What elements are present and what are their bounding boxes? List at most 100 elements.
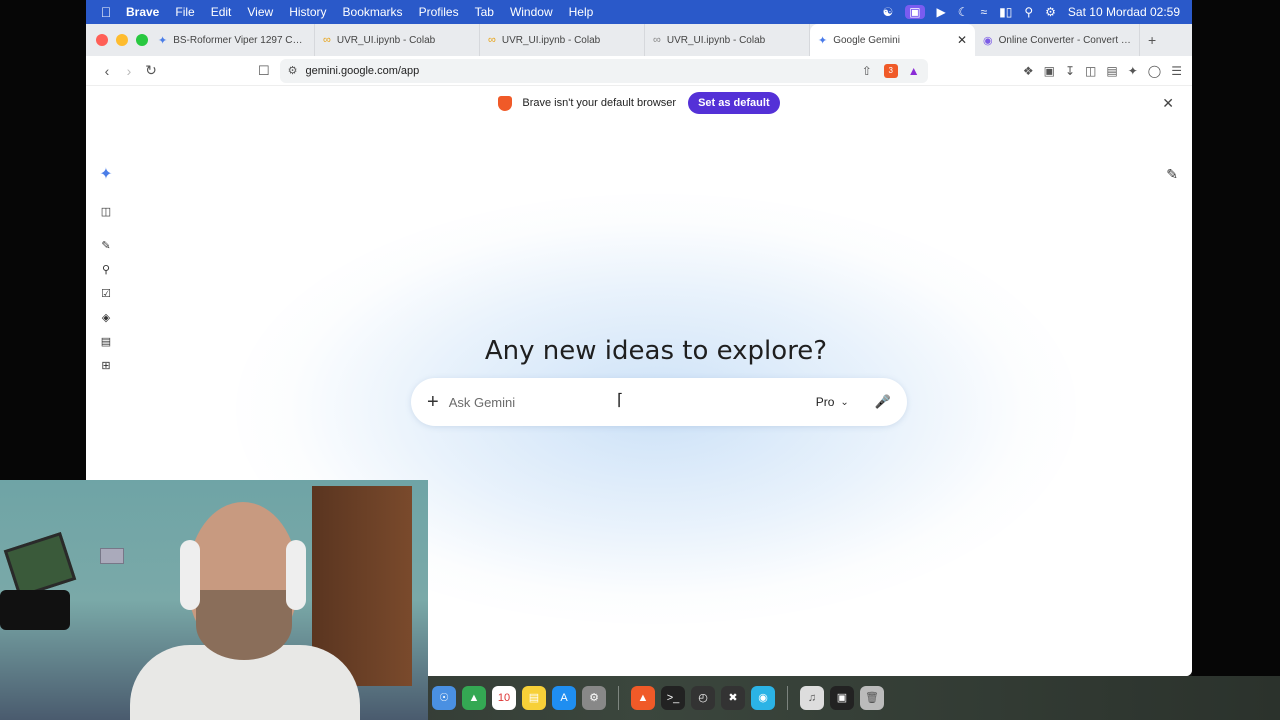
tab-title: BS-Roformer Viper 1297 Colab [173, 34, 306, 46]
menu-edit[interactable]: Edit [211, 5, 232, 19]
text-cursor-icon: ⌈ [617, 392, 624, 409]
safari-icon[interactable]: ☉ [432, 686, 456, 710]
menu-datetime[interactable]: Sat 10 Mordad 02:59 [1068, 5, 1180, 19]
terminal-icon[interactable]: >_ [661, 686, 685, 710]
dock-separator [787, 686, 788, 710]
webcam-person-beard [196, 590, 292, 660]
screenshot-icon[interactable]: ▣ [1044, 64, 1055, 78]
apple-menu-icon[interactable]:  [86, 4, 126, 20]
webcam-wall-picture [3, 531, 77, 599]
mac-menu-bar:  Brave File Edit View History Bookmarks… [86, 0, 1192, 24]
calendar-icon[interactable]: 10 [492, 686, 516, 710]
close-infobar-icon[interactable]: ✕ [1162, 95, 1174, 112]
menu-app-name[interactable]: Brave [126, 5, 159, 19]
extensions-icon[interactable]: ❖ [1023, 64, 1034, 78]
menu-profiles[interactable]: Profiles [419, 5, 459, 19]
spotlight-search-icon[interactable]: ⚲ [1024, 5, 1033, 19]
url-text[interactable]: gemini.google.com/app [306, 65, 420, 77]
app-store-icon[interactable]: A [552, 686, 576, 710]
toggle-menu-icon[interactable]: ◫ [101, 206, 111, 218]
menu-file[interactable]: File [175, 5, 194, 19]
new-tab-button[interactable]: + [1148, 32, 1156, 48]
prompt-box[interactable]: + Ask Gemini ⌈ Pro ⌄ 🎤 [411, 378, 907, 426]
close-window-button[interactable] [96, 34, 108, 46]
temporary-chat-icon[interactable]: ✎ [1166, 166, 1178, 183]
music-file-icon[interactable]: ♫ [800, 686, 824, 710]
leo-ai-icon[interactable]: ✦ [1128, 64, 1138, 78]
back-button[interactable]: ‹ [96, 63, 118, 79]
share-icon[interactable]: ⇧ [862, 64, 872, 78]
play-icon[interactable]: ▶ [937, 5, 946, 19]
activity-monitor-icon[interactable]: ◴ [691, 686, 715, 710]
set-as-default-button[interactable]: Set as default [688, 92, 780, 114]
menu-icon[interactable]: ☰ [1171, 64, 1182, 78]
close-tab-icon[interactable]: ✕ [957, 33, 967, 47]
forward-button[interactable]: › [118, 63, 140, 79]
menu-window[interactable]: Window [510, 5, 553, 19]
brave-rewards-icon[interactable]: ▲ [908, 64, 920, 78]
sidebar-toggle-icon[interactable]: ◫ [1085, 64, 1096, 78]
screen-window-icon[interactable]: ▣ [830, 686, 854, 710]
menu-bookmarks[interactable]: Bookmarks [343, 5, 403, 19]
reload-button[interactable]: ↻ [140, 62, 162, 79]
browser-toolbar: ‹ › ↻ ☐ ⚙ gemini.google.com/app ⇧ 3 ▲ ❖ … [86, 56, 1192, 86]
infobar-message: Brave isn't your default browser [522, 97, 677, 109]
menu-history[interactable]: History [289, 5, 326, 19]
system-settings-icon[interactable]: ⚙ [582, 686, 606, 710]
control-center-icon[interactable]: ⚙ [1045, 5, 1056, 19]
zoom-window-button[interactable] [136, 34, 148, 46]
webcam-headphones-left [180, 540, 200, 610]
tab-uvr-colab-1[interactable]: ∞ UVR_UI.ipynb - Colab [315, 24, 480, 56]
brave-logo-icon [498, 95, 513, 111]
add-attachment-icon[interactable]: + [427, 391, 439, 414]
tab-bs-roformer[interactable]: ✦ BS-Roformer Viper 1297 Colab [150, 24, 315, 56]
moon-icon[interactable]: ☾ [958, 5, 969, 19]
address-bar[interactable]: ⚙ gemini.google.com/app ⇧ 3 ▲ [279, 58, 928, 83]
bookmark-icon[interactable]: ☐ [258, 63, 270, 79]
gemini-logo-icon[interactable]: ✦ [99, 164, 112, 184]
screen-mirror-icon[interactable]: ▣ [905, 5, 925, 19]
wallet-icon[interactable]: ▤ [1106, 64, 1117, 78]
gemini-icon: ✦ [818, 34, 828, 47]
colab-icon: ∞ [488, 34, 496, 46]
brave-shields-icon[interactable]: 3 [883, 63, 898, 78]
converter-icon: ◉ [983, 34, 993, 47]
battery-icon[interactable]: ▮▯ [999, 5, 1012, 19]
tab-uvr-colab-3[interactable]: ∞ UVR_UI.ipynb - Colab [645, 24, 810, 56]
site-settings-icon[interactable]: ⚙ [288, 64, 298, 77]
colab-icon: ∞ [653, 34, 661, 46]
vpn-icon[interactable]: ◯ [1148, 64, 1161, 78]
tab-title: Google Gemini [833, 34, 900, 46]
model-selector[interactable]: Pro [816, 395, 835, 409]
tab-title: Online Converter - Convert Im [998, 34, 1131, 46]
tab-uvr-colab-2[interactable]: ∞ UVR_UI.ipynb - Colab [480, 24, 645, 56]
minimize-window-button[interactable] [116, 34, 128, 46]
download-icon[interactable]: ↧ [1065, 64, 1075, 78]
menu-help[interactable]: Help [569, 5, 594, 19]
brave-icon[interactable]: ▲ [631, 686, 655, 710]
window-controls [86, 34, 150, 46]
desktop-right-area [1192, 0, 1280, 720]
gems-icon[interactable]: ◈ [102, 312, 110, 324]
search-icon[interactable]: ⚲ [102, 264, 110, 276]
trash-icon[interactable]: 🗑 [860, 686, 884, 710]
maps-icon[interactable]: ▲ [462, 686, 486, 710]
webcam-overlay [0, 480, 428, 720]
wifi-icon[interactable]: ≈ [981, 5, 988, 19]
microphone-icon[interactable]: 🎤 [875, 394, 891, 410]
creative-cloud-icon[interactable]: ☯ [882, 5, 893, 19]
chevron-down-icon[interactable]: ⌄ [840, 397, 848, 408]
menu-tab[interactable]: Tab [475, 5, 494, 19]
notes-icon[interactable]: ▤ [522, 686, 546, 710]
capcut-icon[interactable]: ✖ [721, 686, 745, 710]
tab-title: UVR_UI.ipynb - Colab [666, 34, 766, 46]
sparkle-icon: ✦ [158, 34, 168, 47]
tab-title: UVR_UI.ipynb - Colab [336, 34, 436, 46]
menu-view[interactable]: View [247, 5, 273, 19]
new-chat-icon[interactable]: ✎ [101, 240, 110, 252]
tab-online-converter[interactable]: ◉ Online Converter - Convert Im [975, 24, 1140, 56]
zoom-app-icon[interactable]: ◉ [751, 686, 775, 710]
tab-google-gemini[interactable]: ✦ Google Gemini ✕ [810, 24, 975, 56]
tasks-icon[interactable]: ☑ [101, 288, 111, 300]
prompt-input[interactable]: Ask Gemini [449, 395, 515, 410]
